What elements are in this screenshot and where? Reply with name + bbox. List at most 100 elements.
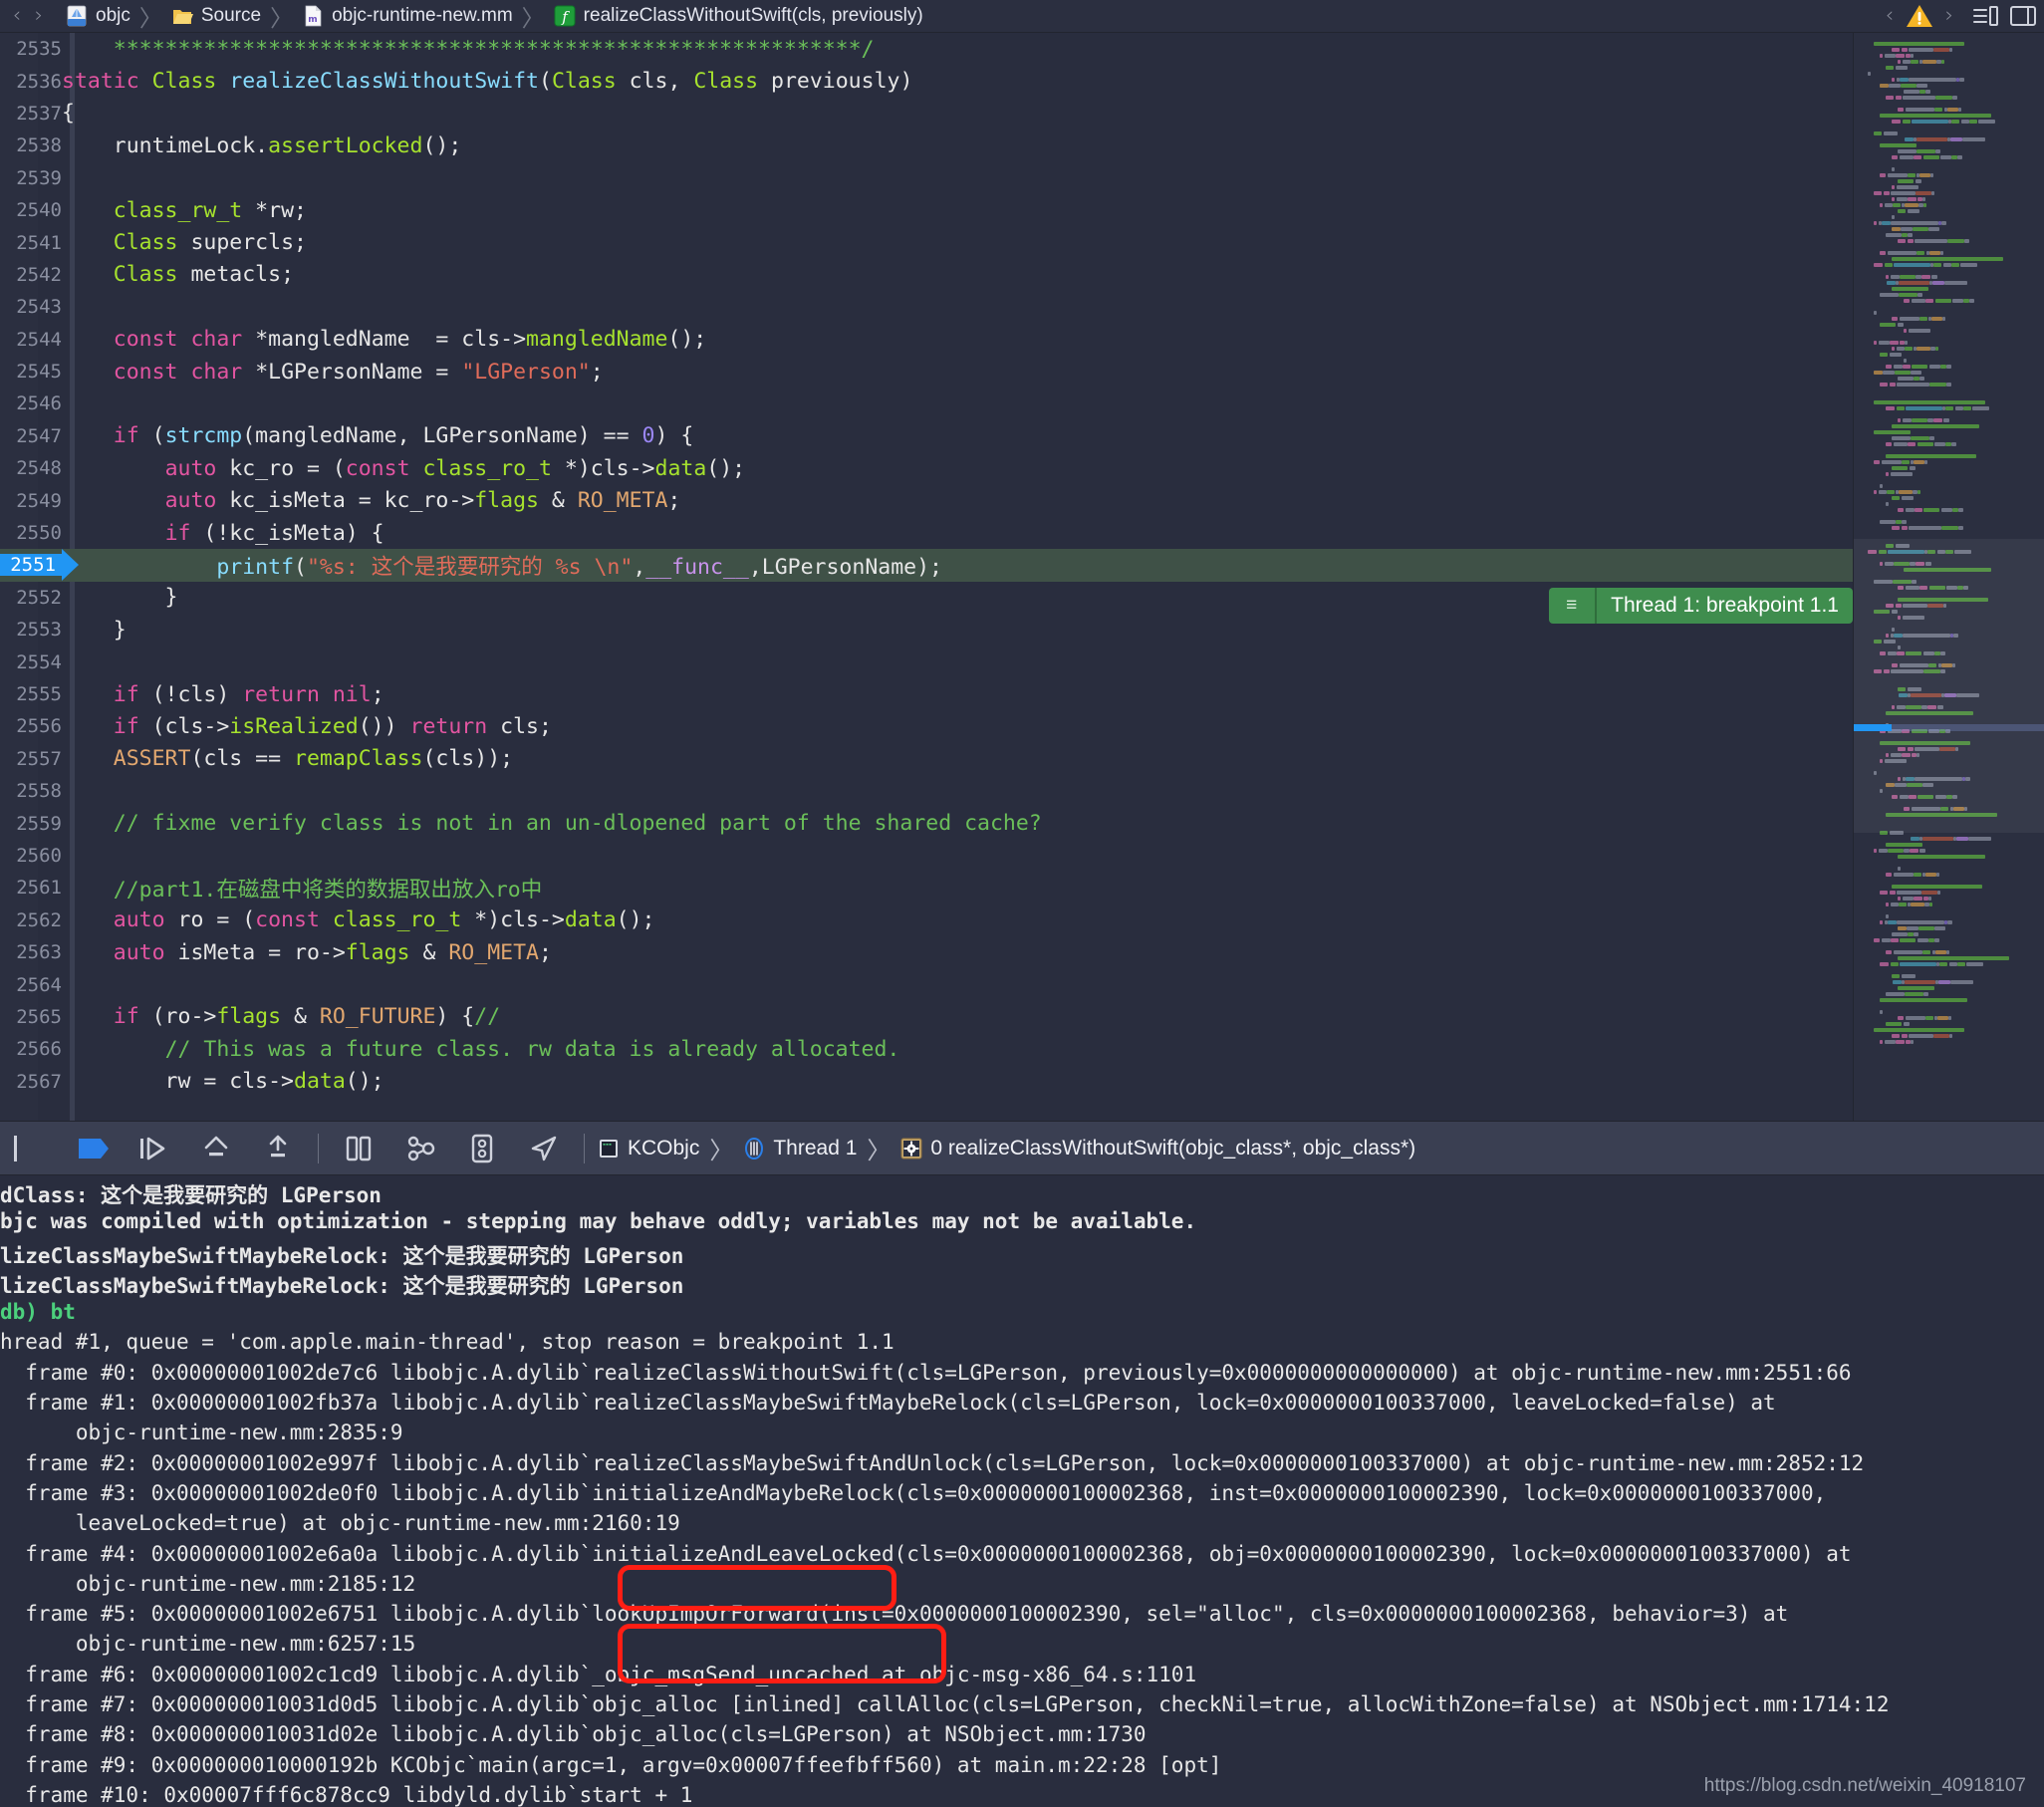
code-line[interactable]: 2555 if (!cls) return nil; bbox=[0, 678, 1853, 710]
breadcrumb-item-project[interactable]: objc bbox=[66, 5, 130, 27]
code-line[interactable]: 2567 rw = cls->data(); bbox=[0, 1066, 1853, 1098]
code-text: { bbox=[62, 101, 75, 127]
code-line[interactable]: 2549 auto kc_isMeta = kc_ro->flags & RO_… bbox=[0, 484, 1853, 516]
code-line[interactable]: 2561 //part1.在磁盘中将类的数据取出放入ro中 bbox=[0, 872, 1853, 904]
source-editor[interactable]: 2535 ***********************************… bbox=[0, 33, 2044, 1121]
line-number[interactable]: 2554 bbox=[0, 651, 70, 673]
code-line[interactable]: 2563 auto isMeta = ro->flags & RO_META; bbox=[0, 936, 1853, 968]
debug-crumb-thread[interactable]: Thread 1 bbox=[743, 1137, 857, 1161]
code-line[interactable]: 2550 if (!kc_isMeta) { bbox=[0, 517, 1853, 549]
previous-issue-button[interactable]: ‹ bbox=[1879, 4, 1901, 28]
line-number[interactable]: 2547 bbox=[0, 425, 70, 447]
debug-console[interactable]: dClass: 这个是我要研究的 LGPerson bjc was compile… bbox=[0, 1175, 2044, 1807]
assistant-editor-icon[interactable] bbox=[1972, 5, 1998, 27]
line-number[interactable]: 2560 bbox=[0, 845, 70, 867]
line-number[interactable]: 2540 bbox=[0, 199, 70, 221]
code-line[interactable]: 2557 ASSERT(cls == remapClass(cls)); bbox=[0, 743, 1853, 775]
environment-overrides-icon[interactable] bbox=[460, 1132, 504, 1165]
line-number[interactable]: 2556 bbox=[0, 715, 70, 737]
line-number[interactable]: 2567 bbox=[0, 1071, 70, 1093]
code-line[interactable]: 2541 Class supercls; bbox=[0, 226, 1853, 258]
code-line[interactable]: 2546 bbox=[0, 387, 1853, 419]
code-line[interactable]: 2558 bbox=[0, 775, 1853, 807]
console-line: frame #5: 0x00000001002e6751 libobjc.A.d… bbox=[0, 1602, 1789, 1627]
navigate-forward-button[interactable]: › bbox=[28, 4, 50, 28]
code-line[interactable]: 2559 // fixme verify class is not in an … bbox=[0, 807, 1853, 839]
code-line[interactable]: 2540 class_rw_t *rw; bbox=[0, 194, 1853, 226]
debug-crumb-frame[interactable]: 0 realizeClassWithoutSwift(objc_class*, … bbox=[900, 1137, 1415, 1161]
code-line[interactable]: 2548 auto kc_ro = (const class_ro_t *)cl… bbox=[0, 452, 1853, 484]
line-number[interactable]: 2565 bbox=[0, 1006, 70, 1028]
navigate-back-button[interactable]: ‹ bbox=[6, 4, 28, 28]
line-number[interactable]: 2566 bbox=[0, 1038, 70, 1060]
line-number[interactable]: 2561 bbox=[0, 877, 70, 899]
line-number[interactable]: 2536 bbox=[0, 71, 70, 93]
code-line[interactable]: 2544 const char *mangledName = cls->mang… bbox=[0, 324, 1853, 356]
code-line[interactable]: 2536 static Class realizeClassWithoutSwif… bbox=[0, 65, 1853, 97]
line-number[interactable]: 2538 bbox=[0, 134, 70, 156]
code-line[interactable]: 2547 if (strcmp(mangledName, LGPersonNam… bbox=[0, 420, 1853, 452]
line-number[interactable]: 2537 bbox=[0, 103, 70, 125]
code-line[interactable]: 2564 bbox=[0, 968, 1853, 1000]
line-number[interactable]: 2549 bbox=[0, 490, 70, 512]
step-out-icon[interactable] bbox=[256, 1132, 300, 1165]
continue-flag-icon[interactable] bbox=[71, 1132, 115, 1165]
line-number[interactable]: 2541 bbox=[0, 232, 70, 254]
minimap-content bbox=[1854, 41, 2044, 1045]
line-number[interactable]: 2552 bbox=[0, 587, 70, 609]
editor-minimap[interactable] bbox=[1853, 33, 2044, 1121]
minimap-current-line bbox=[1854, 724, 2044, 731]
code-text: class_rw_t *rw; bbox=[113, 197, 307, 223]
location-arrow-icon[interactable] bbox=[522, 1132, 566, 1165]
line-number[interactable]: 2543 bbox=[0, 296, 70, 318]
line-number[interactable]: 2557 bbox=[0, 748, 70, 770]
code-line[interactable]: 2535 ***********************************… bbox=[0, 33, 1853, 65]
code-line[interactable]: 2537{ bbox=[0, 98, 1853, 129]
breadcrumb-item-file[interactable]: m objc-runtime-new.mm bbox=[302, 5, 513, 27]
line-number[interactable]: 2548 bbox=[0, 457, 70, 479]
code-line[interactable]: 2538 runtimeLock.assertLocked(); bbox=[0, 129, 1853, 161]
line-number[interactable]: 2558 bbox=[0, 780, 70, 802]
function-icon: f bbox=[554, 5, 576, 27]
line-number[interactable]: 2559 bbox=[0, 813, 70, 835]
line-number[interactable]: 2553 bbox=[0, 619, 70, 641]
line-number[interactable]: 2550 bbox=[0, 522, 70, 544]
step-into-icon[interactable] bbox=[194, 1132, 238, 1165]
breadcrumb-item-symbol[interactable]: f realizeClassWithoutSwift(cls, previous… bbox=[554, 5, 923, 27]
line-number[interactable]: 2551 bbox=[0, 554, 62, 577]
line-number[interactable]: 2542 bbox=[0, 264, 70, 286]
view-hierarchy-icon[interactable] bbox=[337, 1132, 381, 1165]
line-number[interactable]: 2546 bbox=[0, 392, 70, 414]
code-line[interactable]: 2560 bbox=[0, 840, 1853, 872]
code-line[interactable]: 2556 if (cls->isRealized()) return cls; bbox=[0, 710, 1853, 742]
line-number[interactable]: 2535 bbox=[0, 38, 70, 60]
line-number[interactable]: 2545 bbox=[0, 361, 70, 383]
breadcrumb-item-folder[interactable]: Source bbox=[171, 5, 261, 27]
line-number[interactable]: 2539 bbox=[0, 167, 70, 189]
line-number[interactable]: 2555 bbox=[0, 683, 70, 705]
code-text: if (!cls) return nil; bbox=[113, 681, 384, 707]
minimap-toggle-icon[interactable] bbox=[2010, 5, 2036, 27]
code-lines-container[interactable]: 2535 ***********************************… bbox=[0, 33, 1853, 1121]
code-line[interactable]: 2562 auto ro = (const class_ro_t *)cls->… bbox=[0, 904, 1853, 936]
step-over-icon[interactable] bbox=[132, 1132, 176, 1165]
breakpoint-grip-icon[interactable]: ≡ bbox=[1549, 588, 1596, 624]
code-line[interactable]: 2542 Class metacls; bbox=[0, 259, 1853, 291]
code-line[interactable]: 2554 bbox=[0, 645, 1853, 677]
code-line[interactable]: 2545 const char *LGPersonName = "LGPerso… bbox=[0, 356, 1853, 387]
code-line[interactable]: 2565 if (ro->flags & RO_FUTURE) {// bbox=[0, 1001, 1853, 1033]
memory-graph-icon[interactable] bbox=[398, 1132, 442, 1165]
warning-triangle-icon[interactable] bbox=[1905, 3, 1934, 29]
line-number[interactable]: 2544 bbox=[0, 329, 70, 351]
next-issue-button[interactable]: › bbox=[1938, 4, 1960, 28]
code-line-current[interactable]: 2551 printf("%s: 这个是我要研究的 %s \n",__func_… bbox=[0, 549, 1853, 582]
line-number[interactable]: 2563 bbox=[0, 941, 70, 963]
code-line[interactable]: 2543 bbox=[0, 291, 1853, 323]
panel-toggle-icon[interactable] bbox=[9, 1132, 53, 1165]
line-number[interactable]: 2562 bbox=[0, 909, 70, 931]
line-number[interactable]: 2564 bbox=[0, 974, 70, 996]
breakpoint-annotation[interactable]: ≡ Thread 1: breakpoint 1.1 bbox=[1549, 588, 1853, 624]
code-line[interactable]: 2566 // This was a future class. rw data… bbox=[0, 1033, 1853, 1065]
code-line[interactable]: 2539 bbox=[0, 162, 1853, 194]
debug-crumb-process[interactable]: KCObjc bbox=[598, 1137, 699, 1161]
